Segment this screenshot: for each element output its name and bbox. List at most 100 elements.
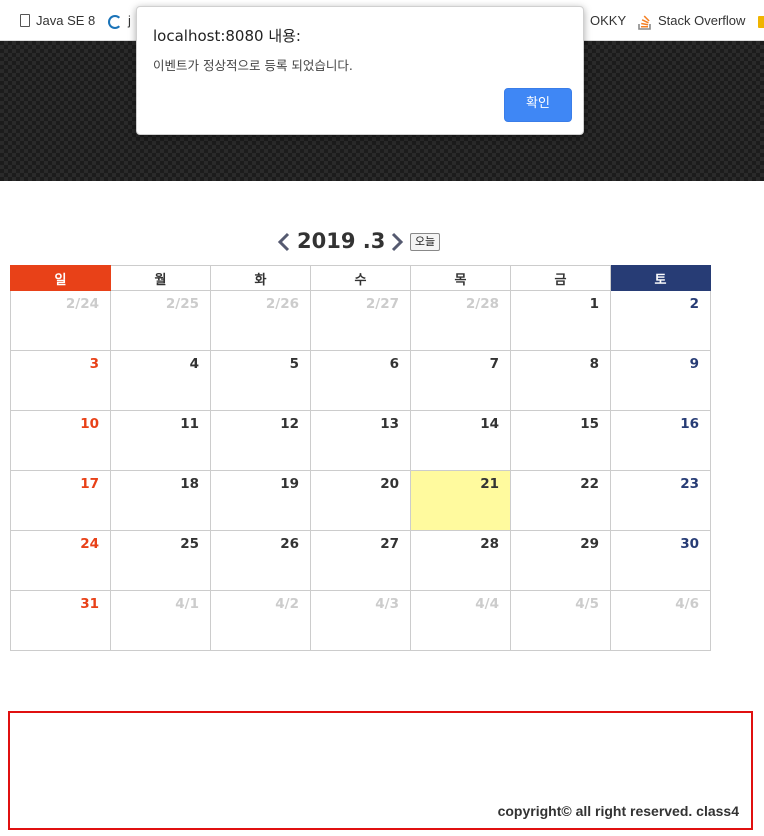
- calendar-day-cell[interactable]: 22: [510, 470, 611, 531]
- calendar-day-cell[interactable]: 31: [10, 590, 111, 651]
- calendar-day-cell[interactable]: 24: [10, 530, 111, 591]
- day-number: 17: [80, 476, 99, 492]
- weekday-wednesday: 수: [310, 265, 411, 291]
- next-month-button[interactable]: [388, 231, 406, 253]
- calendar-day-cell-today[interactable]: 21: [410, 470, 511, 531]
- calendar-day-cell[interactable]: 4/4: [410, 590, 511, 651]
- day-number: 20: [380, 476, 399, 492]
- calendar-day-cell[interactable]: 2/28: [410, 290, 511, 351]
- calendar-week-row: 10 11 12 13 14 15 16: [10, 410, 711, 471]
- day-number: 4/3: [375, 596, 399, 612]
- calendar-day-cell[interactable]: 3: [10, 350, 111, 411]
- bookmark-j[interactable]: j: [108, 12, 131, 30]
- calendar-day-cell[interactable]: 13: [310, 410, 411, 471]
- calendar-day-cell[interactable]: 4/5: [510, 590, 611, 651]
- bookmark-label: Java SE 8: [36, 13, 96, 28]
- day-number: 4/6: [675, 596, 699, 612]
- calendar-day-cell[interactable]: 9: [610, 350, 711, 411]
- day-number: 30: [680, 536, 699, 552]
- day-number: 28: [480, 536, 499, 552]
- calendar-day-cell[interactable]: 26: [210, 530, 311, 591]
- day-number: 25: [180, 536, 199, 552]
- calendar-day-cell[interactable]: 15: [510, 410, 611, 471]
- day-number: 24: [80, 536, 99, 552]
- today-button[interactable]: 오늘: [410, 233, 440, 251]
- day-number: 2: [689, 296, 699, 312]
- day-number: 6: [389, 356, 399, 372]
- calendar-day-cell[interactable]: 10: [10, 410, 111, 471]
- calendar-grid: 일 월 화 수 목 금 토 2/24 2/25 2/26 2/27 2/28 1 2 3 4 5 6…: [10, 265, 711, 651]
- calendar-day-cell[interactable]: 4/6: [610, 590, 711, 651]
- calendar-day-cell[interactable]: 7: [410, 350, 511, 411]
- calendar-day-cell[interactable]: 23: [610, 470, 711, 531]
- weekday-tuesday: 화: [210, 265, 311, 291]
- dialog-title: localhost:8080 내용:: [153, 27, 301, 45]
- calendar-day-cell[interactable]: 14: [410, 410, 511, 471]
- day-number: 4/2: [275, 596, 299, 612]
- calendar-title: 2019 .3: [297, 229, 386, 253]
- calendar-day-cell[interactable]: 20: [310, 470, 411, 531]
- weekday-thursday: 목: [410, 265, 511, 291]
- day-number: 22: [580, 476, 599, 492]
- folder-icon: [758, 15, 764, 28]
- day-number: 14: [480, 416, 499, 432]
- calendar-day-cell[interactable]: 8: [510, 350, 611, 411]
- calendar-day-cell[interactable]: 25: [110, 530, 211, 591]
- bookmark-okky[interactable]: OKKY: [590, 12, 626, 30]
- calendar-day-cell[interactable]: 2: [610, 290, 711, 351]
- day-number: 18: [180, 476, 199, 492]
- chevron-right-icon: [391, 232, 404, 252]
- calendar-day-cell[interactable]: 17: [10, 470, 111, 531]
- calendar-day-cell[interactable]: 12: [210, 410, 311, 471]
- calendar-day-cell[interactable]: 2/24: [10, 290, 111, 351]
- calendar-week-row: 31 4/1 4/2 4/3 4/4 4/5 4/6: [10, 590, 711, 651]
- calendar-day-cell[interactable]: 5: [210, 350, 311, 411]
- calendar-day-cell[interactable]: 2/25: [110, 290, 211, 351]
- prev-month-button[interactable]: [275, 231, 293, 253]
- bookmark-label: j: [128, 13, 131, 28]
- day-number: 16: [680, 416, 699, 432]
- day-number: 15: [580, 416, 599, 432]
- day-number: 5: [289, 356, 299, 372]
- ok-button[interactable]: 확인: [504, 88, 572, 122]
- bookmark-label: Stack Overflow: [658, 13, 746, 28]
- calendar-day-cell[interactable]: 27: [310, 530, 411, 591]
- day-number: 7: [489, 356, 499, 372]
- calendar-day-cell[interactable]: 4/3: [310, 590, 411, 651]
- calendar-day-cell[interactable]: 6: [310, 350, 411, 411]
- day-number: 3: [89, 356, 99, 372]
- calendar-day-cell[interactable]: 11: [110, 410, 211, 471]
- copyright-text: copyright© all right reserved. class4: [497, 803, 739, 819]
- calendar-week-row: 2/24 2/25 2/26 2/27 2/28 1 2: [10, 290, 711, 351]
- calendar-day-cell[interactable]: 29: [510, 530, 611, 591]
- calendar-day-cell[interactable]: 16: [610, 410, 711, 471]
- weekday-monday: 월: [110, 265, 211, 291]
- bookmark-folder[interactable]: [758, 12, 764, 30]
- day-number: 4/5: [575, 596, 599, 612]
- calendar-week-row: 17 18 19 20 21 22 23: [10, 470, 711, 531]
- calendar-day-cell[interactable]: 4/2: [210, 590, 311, 651]
- calendar-day-cell[interactable]: 28: [410, 530, 511, 591]
- day-number: 2/26: [265, 296, 299, 312]
- calendar-day-cell[interactable]: 18: [110, 470, 211, 531]
- calendar-day-cell[interactable]: 30: [610, 530, 711, 591]
- calendar-day-cell[interactable]: 1: [510, 290, 611, 351]
- calendar-day-cell[interactable]: 2/26: [210, 290, 311, 351]
- day-number: 2/24: [65, 296, 99, 312]
- bookmark-java-se-8[interactable]: Java SE 8: [20, 12, 95, 30]
- bookmark-stack-overflow[interactable]: Stack Overflow: [638, 12, 745, 30]
- calendar-day-cell[interactable]: 19: [210, 470, 311, 531]
- day-number: 1: [589, 296, 599, 312]
- day-number: 12: [280, 416, 299, 432]
- calendar-body: 2/24 2/25 2/26 2/27 2/28 1 2 3 4 5 6 7 8 9 10 11 12 13 14 1…: [10, 290, 711, 651]
- day-number: 9: [689, 356, 699, 372]
- day-number: 4: [189, 356, 199, 372]
- day-number: 4/4: [475, 596, 499, 612]
- chevron-left-icon: [277, 232, 290, 252]
- calendar-day-cell[interactable]: 2/27: [310, 290, 411, 351]
- calendar-week-row: 24 25 26 27 28 29 30: [10, 530, 711, 591]
- stack-overflow-icon: [638, 14, 652, 30]
- calendar-day-cell[interactable]: 4: [110, 350, 211, 411]
- calendar-day-cell[interactable]: 4/1: [110, 590, 211, 651]
- calendar-week-row: 3 4 5 6 7 8 9: [10, 350, 711, 411]
